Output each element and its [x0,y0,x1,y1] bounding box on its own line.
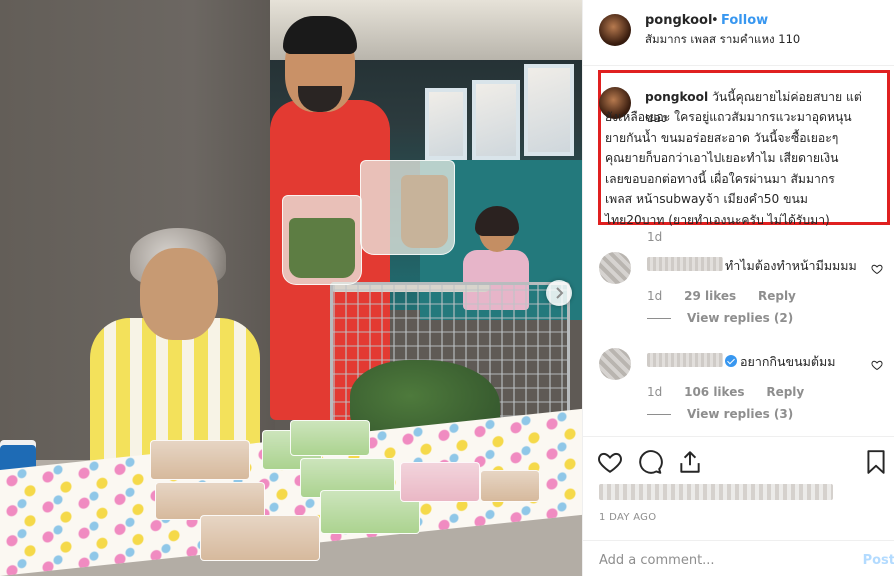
caption-line: เลยขอบอกต่อทางนี้ เผื่อใครผ่านมา สัมมากร [605,171,835,186]
view-replies-label: View replies (3) [687,407,794,421]
photo-bag-greens [282,195,362,285]
next-photo-button[interactable] [546,280,572,306]
reply-button[interactable]: Reply [758,289,796,303]
bookmark-icon[interactable] [863,449,889,475]
header-separator: • [711,13,719,28]
comment-meta: 1d 106 likes Reply [647,385,822,399]
comment-bubble-icon[interactable] [637,449,663,475]
commenter-username-blurred[interactable] [647,353,723,367]
add-comment-input[interactable] [599,553,839,568]
post-sidebar: pongkool • Follow สัมมากร เพลส รามคำแหง … [582,0,894,576]
reply-button[interactable]: Reply [766,385,804,399]
likes-summary-blurred[interactable] [599,484,833,500]
post-actions [583,436,894,486]
instagram-post: pongkool • Follow สัมมากร เพลส รามคำแหง … [0,0,894,576]
author-username[interactable]: pongkool [645,13,712,28]
caption-line: คุณยายก็บอกว่าเอาไปเยอะทำไม เสียดายเงิน [605,151,839,165]
photo-poster [524,64,574,156]
verified-badge-icon [725,355,737,367]
post-header: pongkool • Follow สัมมากร เพลส รามคำแหง … [583,0,894,66]
caption-time[interactable]: 1d [647,230,662,244]
photo-poster [425,88,467,160]
comment-item: ทำไมต้องทำหน้ามีมมมม 1d 29 likes Reply V… [599,252,889,332]
caption-line: ยังเหลือเยอะ ใครอยู่แถวสัมมากรแวะมาอุดหน… [605,110,852,124]
photo-bag-snacks [360,160,455,255]
comment-text: ทำไมต้องทำหน้ามีมมมม [725,258,857,273]
photo-grandma-face [140,248,218,340]
caption-line: เพลส หน้าsubwayจ้า เมียงคำ50 ขนม [605,192,808,206]
post-timestamp[interactable]: 1 DAY AGO [599,512,656,523]
comment-item: อยากกินขนมต้มม 1d 106 likes Reply View r… [599,348,889,428]
comment-time[interactable]: 1d [647,385,662,399]
caption-line: ยายกันน้ำ ขนมอร่อยสะอาด วันนี้จะซื้อเยอะ… [605,130,839,145]
photo-snack-box [400,462,480,502]
caption-line: ไทย20บาท (ยายทำเองนะครับ ไม่ได้รับมา) [605,212,830,227]
photo-snack-box [480,470,540,502]
post-photo[interactable] [0,0,582,576]
like-heart-icon[interactable] [597,449,623,475]
post-comment-button[interactable]: Post [863,553,894,568]
commenter-avatar[interactable] [599,252,631,284]
comment-likes[interactable]: 29 likes [684,289,736,303]
photo-snack-box [150,440,250,480]
view-replies-button[interactable]: View replies (3) [647,407,793,421]
photo-poster [472,80,520,160]
comment-body: อยากกินขนมต้มม [725,352,835,372]
view-replies-button[interactable]: View replies (2) [647,311,793,325]
follow-button[interactable]: Follow [721,13,768,28]
add-comment-bar: Post [583,540,894,576]
chevron-right-icon [556,287,564,299]
comment-likes[interactable]: 106 likes [684,385,744,399]
heart-icon[interactable] [871,263,883,275]
comment-time[interactable]: 1d [647,289,662,303]
author-avatar[interactable] [599,14,631,46]
share-icon[interactable] [677,449,703,475]
commenter-username-blurred[interactable] [647,257,723,271]
comment-text: อยากกินขนมต้มม [740,354,836,369]
view-replies-label: View replies (2) [687,311,794,325]
caption-username[interactable]: pongkool [645,90,708,104]
caption-body: ยังเหลือเยอะ ใครอยู่แถวสัมมากรแวะมาอุดหน… [605,107,885,230]
replies-divider [647,414,671,415]
comment-meta: 1d 29 likes Reply [647,289,814,303]
photo-snack-box [200,515,320,561]
photo-snack-box [290,420,370,456]
replies-divider [647,318,671,319]
heart-icon[interactable] [871,359,883,371]
post-location[interactable]: สัมมากร เพลส รามคำแหง 110 [645,31,800,49]
commenter-avatar[interactable] [599,348,631,380]
